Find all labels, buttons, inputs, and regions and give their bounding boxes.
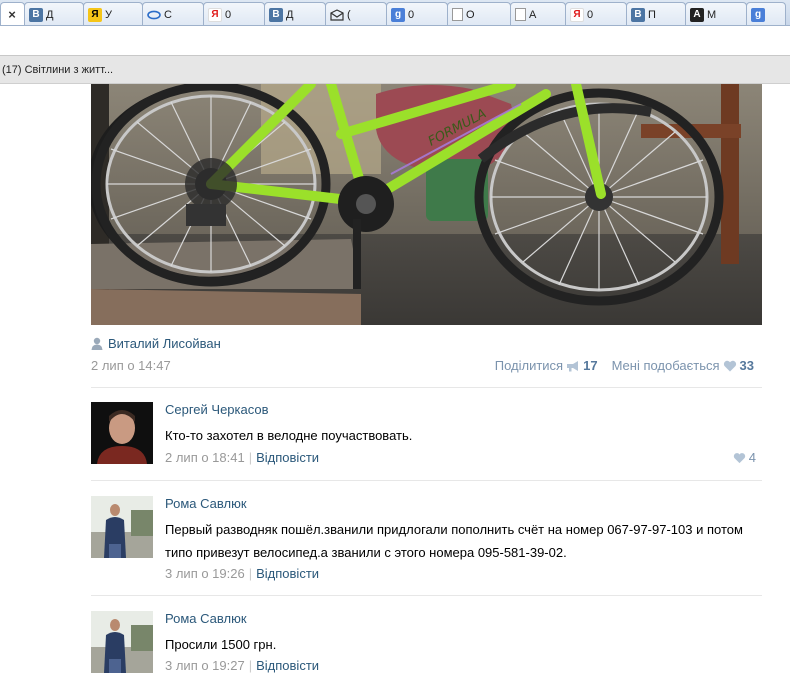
comment-date[interactable]: 3 лип о 19:27: [165, 658, 245, 673]
vk-icon: B: [29, 7, 43, 22]
tab-vk-3[interactable]: B П: [626, 2, 686, 25]
browser-toolbar: [0, 27, 790, 56]
comment-author[interactable]: Рома Савлюк: [165, 496, 247, 512]
page-content: FORMULA Виталий Лисойван 2 лип о 14:47 П…: [0, 84, 790, 684]
tab-label: П: [648, 8, 656, 21]
tab-vk-1[interactable]: B Д: [24, 2, 84, 25]
comment-date[interactable]: 2 лип о 18:41: [165, 450, 245, 465]
comment-text: Первый разводняк пошёл.званили придлогал…: [165, 522, 743, 560]
page-title: (17) Світлини з житт...: [2, 64, 114, 76]
tab-label: 0: [408, 8, 415, 21]
post-actions: Поділитися 17 Мені подобається 33: [495, 358, 754, 373]
separator: |: [248, 450, 253, 465]
google-icon: g: [751, 7, 765, 22]
tab-label: 0: [587, 8, 594, 21]
tab-active[interactable]: ×: [0, 2, 25, 25]
comment-author[interactable]: Рома Савлюк: [165, 611, 247, 627]
tab-yandex-2[interactable]: Я 0: [565, 2, 627, 25]
yandex-icon: Я: [208, 7, 222, 22]
comment-footer: 3 лип о 19:26 | Відповісти: [165, 566, 319, 582]
megaphone-icon: [567, 360, 579, 371]
comment-item: Рома Савлюк Первый разводняк пошёл.звани…: [91, 496, 762, 586]
post-meta: 2 лип о 14:47 Поділитися 17 Мені подобає…: [91, 358, 762, 376]
avatar[interactable]: [91, 402, 153, 464]
bike-photo[interactable]: FORMULA: [91, 84, 762, 325]
vk-icon: B: [269, 7, 283, 22]
tab-a[interactable]: A М: [685, 2, 747, 25]
heart-icon[interactable]: [733, 452, 746, 464]
post-author[interactable]: Виталий Лисойван: [91, 336, 221, 351]
tab-mail[interactable]: (: [325, 2, 387, 25]
tab-yandex-1[interactable]: Я 0: [203, 2, 265, 25]
reply-button[interactable]: Відповісти: [256, 566, 319, 581]
separator: |: [248, 566, 253, 581]
divider: [91, 387, 762, 388]
comment-item: Рома Савлюк Просили 1500 грн. 3 лип о 19…: [91, 611, 762, 679]
avatar[interactable]: [91, 496, 153, 558]
post-date[interactable]: 2 лип о 14:47: [91, 358, 171, 373]
comment-likes[interactable]: 4: [733, 450, 756, 465]
comment-author[interactable]: Сергей Черкасов: [165, 402, 269, 418]
tab-label: (: [347, 8, 351, 21]
close-icon[interactable]: ×: [5, 7, 19, 22]
tab-label: М: [707, 8, 717, 21]
tab-google-1[interactable]: g 0: [386, 2, 448, 25]
tab-doc-1[interactable]: О: [447, 2, 511, 25]
comment-like-count: 4: [748, 450, 756, 465]
tab-doc-2[interactable]: А: [510, 2, 566, 25]
comment-text: Просили 1500 грн.: [165, 637, 277, 652]
a-icon: A: [690, 7, 704, 22]
tab-vk-2[interactable]: B Д: [264, 2, 326, 25]
yandex-icon: Я: [570, 7, 584, 22]
page-title-bar: (17) Світлини з житт...: [0, 56, 790, 84]
like-button[interactable]: Мені подобається: [612, 358, 720, 373]
comment-date[interactable]: 3 лип о 19:26: [165, 566, 245, 581]
tab-label: А: [529, 8, 537, 21]
post-author-name[interactable]: Виталий Лисойван: [108, 336, 221, 351]
reply-button[interactable]: Відповісти: [256, 658, 319, 673]
like-count[interactable]: 33: [740, 358, 754, 373]
document-icon: [452, 8, 463, 21]
document-icon: [515, 8, 526, 21]
eye-icon: [147, 8, 161, 22]
tab-label: У: [105, 8, 112, 21]
comment-footer: 3 лип о 19:27 | Відповісти: [165, 658, 319, 674]
person-icon: [91, 337, 103, 350]
google-icon: g: [391, 7, 405, 22]
tab-google-2[interactable]: g: [746, 2, 786, 25]
tab-eye[interactable]: С: [142, 2, 204, 25]
reply-button[interactable]: Відповісти: [256, 450, 319, 465]
separator: |: [248, 658, 253, 673]
tab-yandex-disk[interactable]: Я У: [83, 2, 143, 25]
tab-label: 0: [225, 8, 232, 21]
vk-icon: B: [631, 7, 645, 22]
tab-label: О: [466, 8, 475, 21]
comment-item: Сергей Черкасов Кто-то захотел в велодне…: [91, 402, 762, 470]
browser-tab-bar: × B Д Я У С Я 0 B Д ( g 0 О А Я 0 B П A …: [0, 0, 790, 26]
divider: [91, 595, 762, 596]
tab-label: Д: [46, 8, 54, 21]
heart-icon[interactable]: [723, 360, 737, 372]
share-count[interactable]: 17: [583, 358, 597, 373]
divider: [91, 480, 762, 481]
share-button[interactable]: Поділитися: [495, 358, 563, 373]
avatar[interactable]: [91, 611, 153, 673]
tab-label: С: [164, 8, 172, 21]
comment-text: Кто-то захотел в велодне поучаствовать.: [165, 428, 413, 443]
comment-footer: 2 лип о 18:41 | Відповісти: [165, 450, 319, 466]
yandex-disk-icon: Я: [88, 7, 102, 22]
envelope-icon: [330, 8, 344, 22]
tab-label: Д: [286, 8, 294, 21]
